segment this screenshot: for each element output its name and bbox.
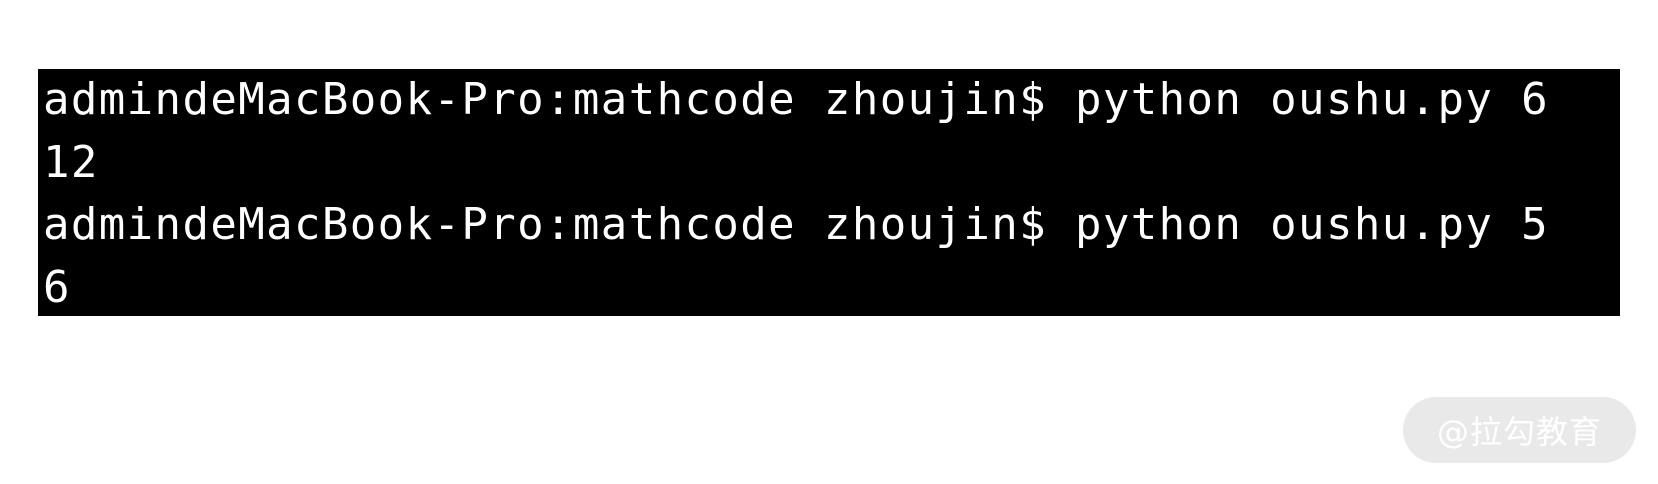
terminal-window[interactable]: admindeMacBook-Pro:mathcode zhoujin$ pyt… xyxy=(38,69,1620,316)
terminal-output-line: 12 xyxy=(43,137,99,188)
terminal-output-line: 6 xyxy=(43,262,71,313)
watermark-badge: @拉勾教育 xyxy=(1403,397,1636,463)
terminal-command-line: admindeMacBook-Pro:mathcode zhoujin$ pyt… xyxy=(43,199,1550,250)
terminal-command-line: admindeMacBook-Pro:mathcode zhoujin$ pyt… xyxy=(43,74,1550,125)
